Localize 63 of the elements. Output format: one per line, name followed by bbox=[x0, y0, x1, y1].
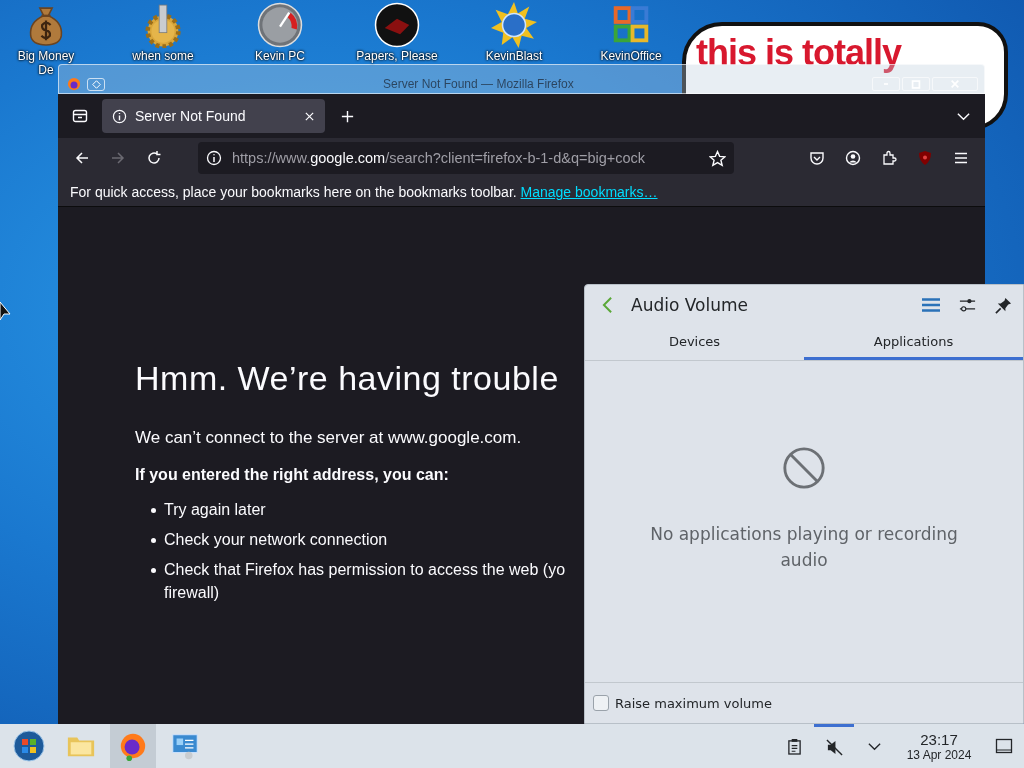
url-text: https://www.google.com/search?client=firefox-b-1-d&q=big+cock bbox=[232, 150, 647, 166]
clock-time[interactable]: 23:17 bbox=[920, 730, 958, 748]
desktop-icon bbox=[995, 737, 1013, 755]
unavailable-icon bbox=[781, 445, 827, 491]
desktop-icon-label[interactable]: KevinOffice bbox=[600, 49, 662, 63]
clipboard-icon bbox=[786, 737, 802, 755]
arrow-left-icon bbox=[74, 150, 90, 166]
advice-item: Check that Firefox has permission to access the web (yo firewall) bbox=[164, 560, 566, 603]
arrow-right-icon bbox=[110, 150, 126, 166]
bookmarks-hint: For quick access, place your bookmarks here on the bookmarks toolbar. Manage bookmarks… bbox=[70, 184, 658, 200]
advice-item: Check your network connection bbox=[164, 530, 388, 550]
sun-globe-icon[interactable] bbox=[491, 2, 537, 48]
seal-icon[interactable] bbox=[374, 2, 420, 48]
popup-tab[interactable]: Applications bbox=[804, 325, 1023, 360]
menu-icon bbox=[953, 150, 969, 166]
bullet-icon bbox=[151, 538, 156, 543]
checkbox-label[interactable]: Raise maximum volume bbox=[615, 695, 773, 711]
popup-tab[interactable]: Devices bbox=[585, 325, 804, 360]
firefox-icon bbox=[118, 731, 148, 761]
checkbox[interactable] bbox=[593, 695, 609, 711]
info-icon bbox=[206, 150, 222, 166]
info-icon bbox=[112, 108, 127, 124]
tab-title: Server Not Found bbox=[135, 108, 247, 124]
chevron-left-icon bbox=[601, 296, 613, 314]
start-orb-icon bbox=[13, 730, 45, 762]
star-icon[interactable] bbox=[709, 149, 726, 167]
advice-item: Try again later bbox=[164, 500, 266, 520]
url-field[interactable]: https://www.google.com/search?client=firefox-b-1-d&q=big+cock bbox=[198, 142, 734, 174]
close-tab-icon[interactable] bbox=[304, 110, 315, 122]
gauge-icon[interactable] bbox=[257, 2, 303, 48]
plus-icon bbox=[339, 108, 355, 124]
empty-state-message: No applications playing or recording audio bbox=[649, 523, 959, 572]
menu-icon bbox=[921, 297, 941, 313]
bullet-icon bbox=[151, 508, 156, 513]
taskbar-app[interactable] bbox=[110, 724, 156, 768]
desktop-icon-label[interactable]: Big Money De bbox=[17, 49, 75, 77]
browser-tab[interactable]: Server Not Found bbox=[102, 99, 325, 133]
error-message: We can’t connect to the server at www.google.com. bbox=[135, 428, 522, 448]
speaker-icon bbox=[825, 739, 843, 756]
firefox-icon bbox=[67, 77, 81, 91]
pocket-icon bbox=[809, 150, 825, 166]
diamond-icon bbox=[91, 80, 101, 89]
manage-bookmarks-link[interactable]: Manage bookmarks… bbox=[520, 184, 658, 200]
puzzle-icon bbox=[881, 150, 897, 166]
pin-icon bbox=[994, 296, 1012, 314]
clock-date[interactable]: 13 Apr 2024 bbox=[906, 747, 972, 762]
desktop-icon-label[interactable]: Kevin PC bbox=[255, 49, 305, 63]
desktop-icon-label[interactable]: Papers, Please bbox=[356, 49, 438, 63]
window-title: Server Not Found — Mozilla Firefox bbox=[383, 78, 574, 91]
sliders-icon bbox=[957, 296, 977, 314]
advice-heading: If you entered the right address, you can: bbox=[135, 466, 449, 484]
shield-icon bbox=[917, 150, 933, 166]
bullet-icon bbox=[151, 568, 156, 573]
cursor-icon bbox=[0, 300, 12, 320]
monitor-icon bbox=[170, 731, 200, 761]
sidebar-icon bbox=[72, 108, 88, 124]
bubble-text: this is totally bbox=[696, 34, 903, 72]
reload-icon bbox=[146, 150, 162, 166]
error-heading: Hmm. We’re having trouble bbox=[135, 359, 559, 398]
desktop-icon-label[interactable]: when some bbox=[132, 49, 194, 63]
desktop-icon-label[interactable]: KevinBlast bbox=[485, 49, 543, 63]
account-icon bbox=[845, 150, 861, 166]
popup-title: Audio Volume bbox=[631, 295, 748, 315]
